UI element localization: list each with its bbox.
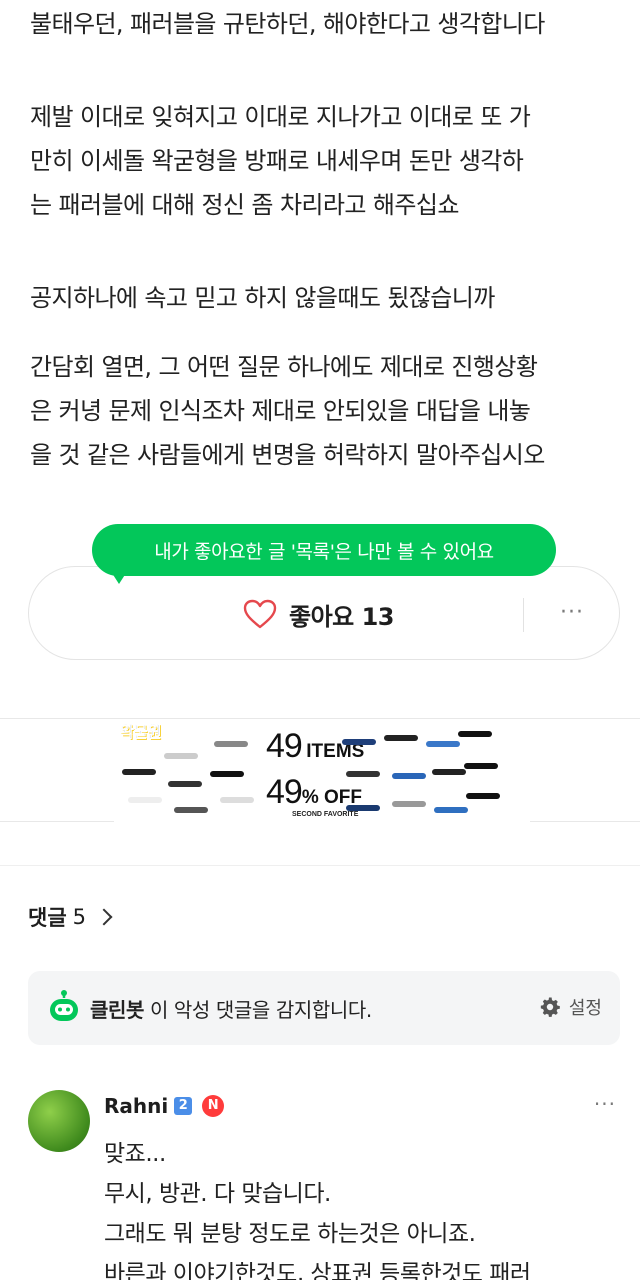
banner-clothing-figure <box>466 793 500 799</box>
article-line: 간담회 열면, 그 어떤 질문 하나에도 제대로 진행상황 <box>30 353 538 381</box>
comment-line: 맞죠... <box>104 1141 166 1167</box>
banner-clothing-figure <box>346 805 380 811</box>
like-count-label: 좋아요 13 <box>289 602 395 631</box>
banner-items-text: 49 ITEMS <box>266 727 364 766</box>
cleanbot-name: 클린봇 <box>90 998 144 1022</box>
banner-clothing-figure <box>164 753 198 759</box>
banner-clothing-figure <box>464 763 498 769</box>
author-name: Rahni <box>104 1094 169 1118</box>
setting-label: 설정 <box>568 998 602 1019</box>
banner-clothing-figure <box>392 773 426 779</box>
comment-line: 무시, 방관. 다 맞습니다. <box>104 1181 331 1207</box>
comment-author[interactable]: Rahni 2 N <box>104 1094 225 1118</box>
ad-banner[interactable]: 왁물원 49 ITEMS 49% OFF SECOND FAVORITE <box>0 718 640 823</box>
gear-icon <box>540 997 560 1017</box>
heart-outline-icon <box>243 599 277 629</box>
cleanbot-text: 클린봇 이 악성 댓글을 감지합니다. <box>90 994 372 1023</box>
article-line: 을 것 같은 사람들에게 변명을 허락하지 말아주십시오 <box>30 441 545 469</box>
banner-clothing-figure <box>168 781 202 787</box>
cleanbot-robot-icon <box>50 990 78 1021</box>
cleanbot-setting-button[interactable]: 설정 <box>539 994 602 1020</box>
article-paragraph: 제발 이대로 잊혀지고 이대로 지나가고 이대로 또 가 만히 이세돌 왁굳형을… <box>30 95 620 227</box>
banner-clothing-figure <box>128 797 162 803</box>
article-paragraph: 불태우던, 패러블을 규탄하던, 해야한다고 생각합니다 <box>30 10 545 38</box>
comment-more-button[interactable]: ··· <box>594 1092 616 1116</box>
banner-clothing-figure <box>392 801 426 807</box>
article-line: 은 커녕 문제 인식조차 제대로 안되있을 대답을 내놓 <box>30 397 531 425</box>
banner-logo: 왁물원 <box>120 723 162 742</box>
banner-clothing-figure <box>210 771 244 777</box>
chevron-right-icon <box>95 908 113 926</box>
article-line: 만히 이세돌 왁굳형을 방패로 내세우며 돈만 생각하 <box>30 147 524 175</box>
banner-clothing-figure <box>342 739 376 745</box>
cleanbot-desc: 이 악성 댓글을 감지합니다. <box>144 998 372 1022</box>
article-line: 제발 이대로 잊혀지고 이대로 지나가고 이대로 또 가 <box>30 103 531 131</box>
banner-clothing-figure <box>214 741 248 747</box>
banner-clothing-figure <box>346 771 380 777</box>
like-list-tooltip: 내가 좋아요한 글 '목록'은 나만 볼 수 있어요 <box>92 524 556 576</box>
comments-count: 5 <box>72 905 87 929</box>
banner-clothing-figure <box>384 735 418 741</box>
banner-clothing-figure <box>426 741 460 747</box>
banner-clothing-figure <box>434 807 468 813</box>
divider <box>523 598 524 632</box>
cleanbot-notice: 클린봇 이 악성 댓글을 감지합니다. 설정 <box>28 971 620 1045</box>
article-paragraph: 공지하나에 속고 믿고 하지 않을때도 됬잖습니까 <box>30 284 495 312</box>
banner-clothing-figure <box>174 807 208 813</box>
banner-clothing-figure <box>122 769 156 775</box>
off-number: 49 <box>266 773 303 811</box>
banner-clothing-figure <box>432 769 466 775</box>
comment-body: 맞죠... 무시, 방관. 다 맞습니다. 그래도 뭐 분탕 정도로 하는것은 … <box>104 1134 624 1280</box>
new-badge: N <box>202 1095 225 1117</box>
comment-line: 그래도 뭐 분탕 정도로 하는것은 아니죠. <box>104 1221 476 1247</box>
article-line: 는 패러블에 대해 정신 좀 차리라고 해주십쇼 <box>30 191 459 219</box>
section-divider <box>0 822 640 866</box>
tooltip-tail <box>110 570 128 584</box>
banner-clothing-figure <box>220 797 254 803</box>
banner-clothing-figure <box>458 731 492 737</box>
banner-subtitle: SECOND FAVORITE <box>292 811 359 818</box>
level-badge: 2 <box>174 1097 193 1115</box>
items-number: 49 <box>266 727 303 765</box>
comment-line: 바른과 이야기한것도, 상표권 등록한것도 패러 <box>104 1261 531 1280</box>
article-paragraph: 간담회 열면, 그 어떤 질문 하나에도 제대로 진행상황 은 커녕 문제 인식… <box>30 345 630 477</box>
avatar[interactable] <box>28 1090 90 1152</box>
more-options-button[interactable]: ··· <box>557 595 587 631</box>
like-button[interactable]: 좋아요 13 <box>243 596 395 632</box>
ad-banner-image[interactable]: 왁물원 49 ITEMS 49% OFF SECOND FAVORITE <box>114 719 530 823</box>
comments-header[interactable]: 댓글 5 <box>28 902 113 932</box>
comments-title: 댓글 <box>28 906 67 930</box>
